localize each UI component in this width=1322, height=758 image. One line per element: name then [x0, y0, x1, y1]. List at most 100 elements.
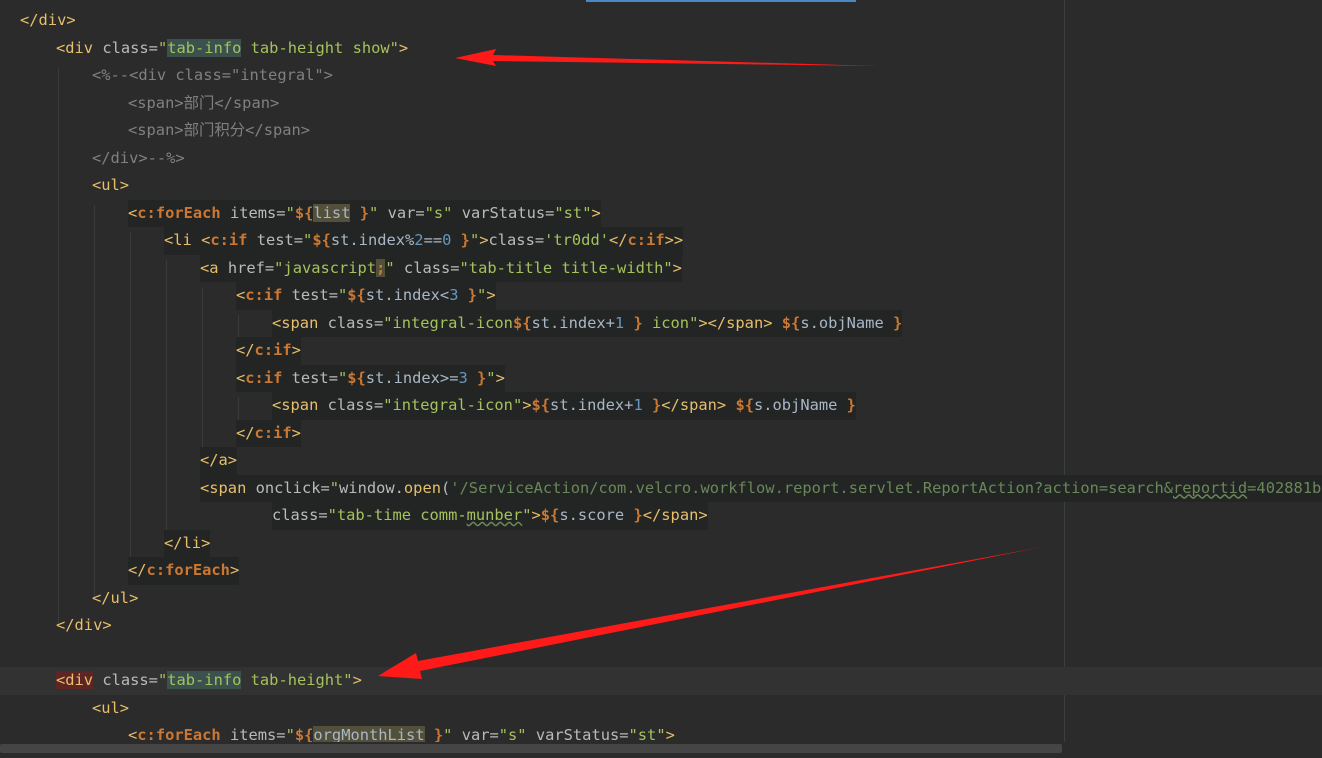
code-token: <li	[164, 231, 202, 249]
code-token: s.score	[559, 506, 625, 524]
code-token: href=	[227, 258, 275, 277]
code-line[interactable]: </c:if>	[0, 419, 1322, 447]
code-token: >	[486, 286, 496, 304]
code-line-content: </c:if>	[236, 419, 301, 447]
code-token: "	[285, 203, 295, 222]
code-line-content: <ul>	[92, 695, 129, 723]
code-token: c:if	[245, 286, 283, 304]
code-token: <span>部门</span>	[128, 93, 280, 112]
code-line[interactable]: <ul>	[0, 172, 1322, 200]
code-line-content: <c:if test="${st.index>=3 }">	[236, 364, 505, 392]
code-token: c:if	[254, 423, 292, 442]
code-token: reportid	[1173, 478, 1248, 497]
code-token: items=	[220, 203, 286, 222]
code-line[interactable]: <c:if test="${st.index>=3 }">	[0, 364, 1322, 392]
code-line[interactable]: <div class="tab-info tab-height">	[0, 667, 1322, 695]
code-token: class=	[272, 506, 328, 524]
code-token: "	[369, 203, 379, 222]
code-token: "	[522, 506, 532, 524]
code-token: <	[201, 231, 211, 249]
code-line[interactable]: <c:forEach items="${list }" var="s" varS…	[0, 199, 1322, 227]
horizontal-scrollbar-thumb[interactable]	[0, 744, 1062, 753]
code-token: </	[128, 561, 147, 579]
code-token: c:if	[254, 341, 292, 359]
code-line[interactable]	[0, 640, 1322, 668]
code-token: </	[608, 231, 628, 249]
code-token: >	[591, 203, 601, 222]
code-token: "	[486, 368, 496, 387]
code-token: >	[229, 561, 240, 579]
code-token: s.objName	[753, 396, 838, 414]
code-token: 1	[633, 396, 643, 414]
code-line[interactable]: </ul>	[0, 585, 1322, 613]
code-line-content: <span>部门</span>	[128, 90, 279, 118]
code-line-content: <%--<div class="integral">	[92, 62, 333, 90]
code-token: </li>	[164, 533, 211, 552]
code-line-content: <c:forEach items="${list }" var="s" varS…	[128, 199, 601, 227]
code-line[interactable]: <span>部门积分</span>	[0, 117, 1322, 145]
code-line[interactable]: </a>	[0, 447, 1322, 475]
code-line[interactable]: <span>部门</span>	[0, 90, 1322, 118]
code-token: }	[883, 313, 903, 332]
code-token: </span>	[661, 396, 727, 414]
code-token: >	[479, 231, 489, 249]
code-line-content: </div>	[20, 7, 76, 35]
code-token: class=	[488, 231, 545, 249]
code-token: var=	[378, 203, 425, 222]
code-line[interactable]: </li>	[0, 529, 1322, 557]
code-token: 3	[458, 368, 468, 387]
code-line-content: <li <c:if test="${st.index%2==0 }">class…	[164, 227, 684, 255]
code-token: st.index<	[365, 286, 450, 304]
code-line[interactable]: <span class="integral-icon">${st.index+1…	[0, 392, 1322, 420]
code-line[interactable]: </div>	[0, 7, 1322, 35]
code-line-content: class="tab-time comm-munber">${s.score }…	[272, 502, 708, 530]
code-editor[interactable]: </div> <div class="tab-info tab-height sh…	[0, 0, 1322, 758]
code-token: c:if	[210, 231, 248, 249]
code-line[interactable]: </div>	[0, 612, 1322, 640]
code-token: class=	[327, 313, 384, 332]
code-token: test=	[282, 286, 338, 304]
code-line[interactable]: <span class="integral-icon${st.index+1 }…	[0, 309, 1322, 337]
code-token: </	[236, 423, 255, 442]
code-token: c:if	[245, 368, 283, 387]
code-line[interactable]: </div>--%>	[0, 145, 1322, 173]
code-line-content: <div class="tab-info tab-height show">	[56, 35, 408, 63]
code-token: st.index>=	[365, 368, 459, 387]
code-line[interactable]: <a href="javascript;" class="tab-title t…	[0, 254, 1322, 282]
code-token: "st"	[554, 203, 592, 222]
code-token: ${	[512, 313, 532, 332]
code-token: st.index%	[330, 231, 415, 249]
code-token: ${	[347, 368, 366, 387]
code-line[interactable]: <span onclick="window.open('/ServiceActi…	[0, 474, 1322, 502]
code-token: "	[157, 38, 168, 57]
code-token: "	[157, 671, 168, 689]
code-token: "	[337, 368, 348, 387]
code-line[interactable]: class="tab-time comm-munber">${s.score }…	[0, 502, 1322, 530]
code-token: class=	[93, 671, 158, 689]
code-token: ;	[376, 258, 386, 277]
code-token: 0	[442, 231, 452, 249]
code-line[interactable]: </c:if>	[0, 337, 1322, 365]
code-line[interactable]: <ul>	[0, 695, 1322, 723]
code-token: </ul>	[92, 588, 139, 607]
code-token: c:forEach	[146, 561, 230, 579]
code-line[interactable]: <div class="tab-info tab-height show">	[0, 35, 1322, 63]
code-line[interactable]: <li <c:if test="${st.index%2==0 }">class…	[0, 227, 1322, 255]
code-line-content: <div class="tab-info tab-height">	[56, 667, 362, 695]
active-tab-indicator	[586, 0, 856, 2]
code-token: >	[495, 368, 505, 387]
code-token: st.index+	[550, 396, 634, 414]
code-token: }	[642, 396, 662, 414]
code-token: }	[624, 506, 643, 524]
code-line[interactable]: <c:if test="${st.index<3 }">	[0, 282, 1322, 310]
code-line[interactable]: </c:forEach>	[0, 557, 1322, 585]
code-token: =402881b05e2	[1247, 478, 1322, 497]
code-token: }	[350, 203, 370, 222]
code-token: <div	[56, 671, 94, 689]
code-token: <	[236, 368, 246, 387]
code-token: "	[337, 286, 348, 304]
code-token: ${	[540, 506, 560, 524]
code-line[interactable]: <%--<div class="integral">	[0, 62, 1322, 90]
code-token: c:if	[627, 231, 665, 249]
code-token: </div>--%>	[92, 148, 185, 167]
